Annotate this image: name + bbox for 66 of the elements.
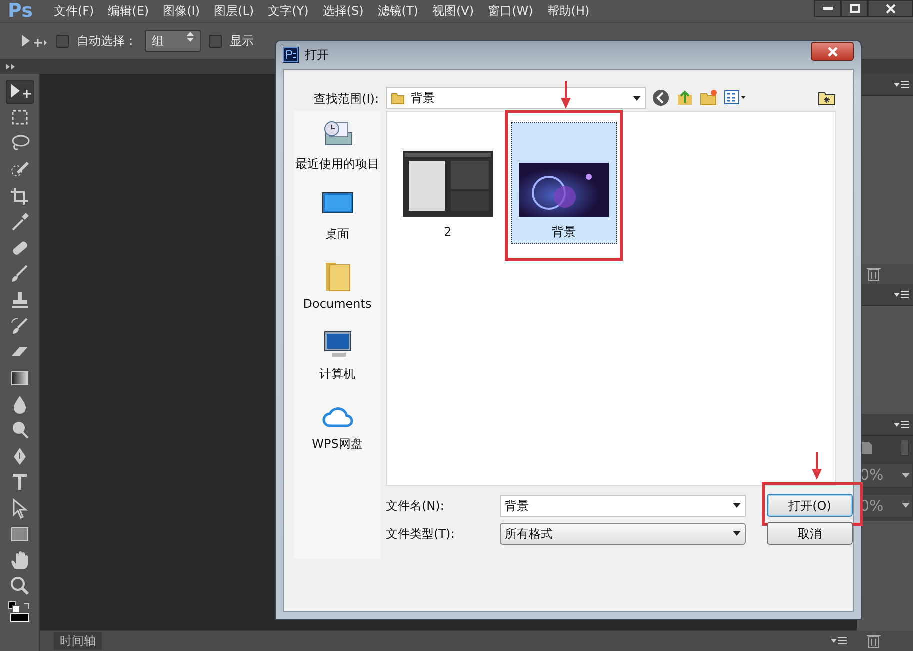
close-icon xyxy=(828,46,838,56)
panel-menu-icon[interactable] xyxy=(894,420,909,429)
menu-item[interactable]: 窗口(W) xyxy=(481,2,540,20)
caret-icon xyxy=(633,96,641,100)
menu-item[interactable]: 选择(S) xyxy=(316,2,371,20)
menu-item[interactable]: 文件(F) xyxy=(46,2,102,20)
arrow-icon xyxy=(561,81,571,109)
panel-menu-icon[interactable] xyxy=(894,80,909,89)
caret-icon xyxy=(733,503,741,508)
arrow-icon xyxy=(812,452,822,480)
spinner-icon xyxy=(187,32,194,42)
close-icon xyxy=(886,4,896,14)
app-logo: Ps xyxy=(7,0,34,24)
place-item[interactable]: 桌面 xyxy=(294,189,381,243)
close-button[interactable] xyxy=(811,42,854,61)
minimize-icon xyxy=(822,6,832,10)
target-dropdown[interactable]: 组 xyxy=(145,30,201,52)
close-button[interactable] xyxy=(868,0,913,17)
checkbox-label: 自动选择： xyxy=(77,33,137,50)
checkbox[interactable] xyxy=(56,34,69,48)
place-item[interactable]: WPS网盘 xyxy=(294,399,381,453)
panel-menu-icon[interactable] xyxy=(831,636,847,646)
panel-tab[interactable]: 时间轴 xyxy=(54,632,102,650)
menu-item[interactable]: 图层(L) xyxy=(207,2,262,20)
dropdown-icon xyxy=(902,503,910,508)
menu-item[interactable]: 编辑(E) xyxy=(101,2,156,20)
panel-menu-icon[interactable] xyxy=(894,290,909,299)
folder-icon xyxy=(391,91,405,105)
up-folder-icon[interactable] xyxy=(676,89,694,107)
move-tool-icon[interactable] xyxy=(20,34,48,48)
checkbox-label: 显示 xyxy=(230,33,254,50)
trash-icon[interactable] xyxy=(867,267,881,281)
menu-item[interactable]: 文字(Y) xyxy=(261,2,316,20)
menu-item[interactable]: 帮助(H) xyxy=(540,2,597,20)
caret-icon xyxy=(733,531,741,536)
dialog-button[interactable]: 打开(O) xyxy=(767,494,853,517)
file-item[interactable]: 背景 xyxy=(511,122,617,244)
trash-icon[interactable] xyxy=(867,634,881,648)
back-icon[interactable] xyxy=(652,89,670,107)
new-folder-icon[interactable] xyxy=(700,89,718,107)
tool-button[interactable] xyxy=(6,80,34,104)
maximize-icon xyxy=(850,4,860,13)
place-item[interactable]: Documents xyxy=(294,259,381,313)
checkbox[interactable] xyxy=(209,34,222,48)
place-item[interactable]: 计算机 xyxy=(294,329,381,383)
maximize-button[interactable] xyxy=(841,0,868,17)
folder-icon[interactable] xyxy=(818,90,836,106)
menu-item[interactable]: 图像(I) xyxy=(156,2,208,20)
file-item[interactable]: 2 xyxy=(395,122,501,244)
menu-item[interactable]: 滤镜(T) xyxy=(370,2,426,20)
view-menu-icon[interactable] xyxy=(724,89,746,107)
dialog-title: 打开 xyxy=(305,47,329,64)
location-dropdown[interactable]: 背景 xyxy=(386,87,646,109)
color-swatches-icon[interactable] xyxy=(6,600,32,622)
minimize-button[interactable] xyxy=(814,0,841,17)
field-label: 文件类型(T): xyxy=(386,526,456,542)
field-label: 查找范围(I): xyxy=(313,91,380,108)
app-icon xyxy=(283,47,299,63)
file-name-field[interactable]: 背景 xyxy=(500,494,746,516)
place-item[interactable]: 最近使用的项目 xyxy=(294,119,381,173)
dialog-button[interactable]: 取消 xyxy=(767,522,853,545)
file-type-dropdown[interactable]: 所有格式 xyxy=(500,522,746,544)
field-label: 文件名(N): xyxy=(386,498,446,514)
expand-icon[interactable] xyxy=(6,64,15,70)
menu-item[interactable]: 视图(V) xyxy=(425,2,482,20)
dropdown-icon xyxy=(902,472,910,478)
